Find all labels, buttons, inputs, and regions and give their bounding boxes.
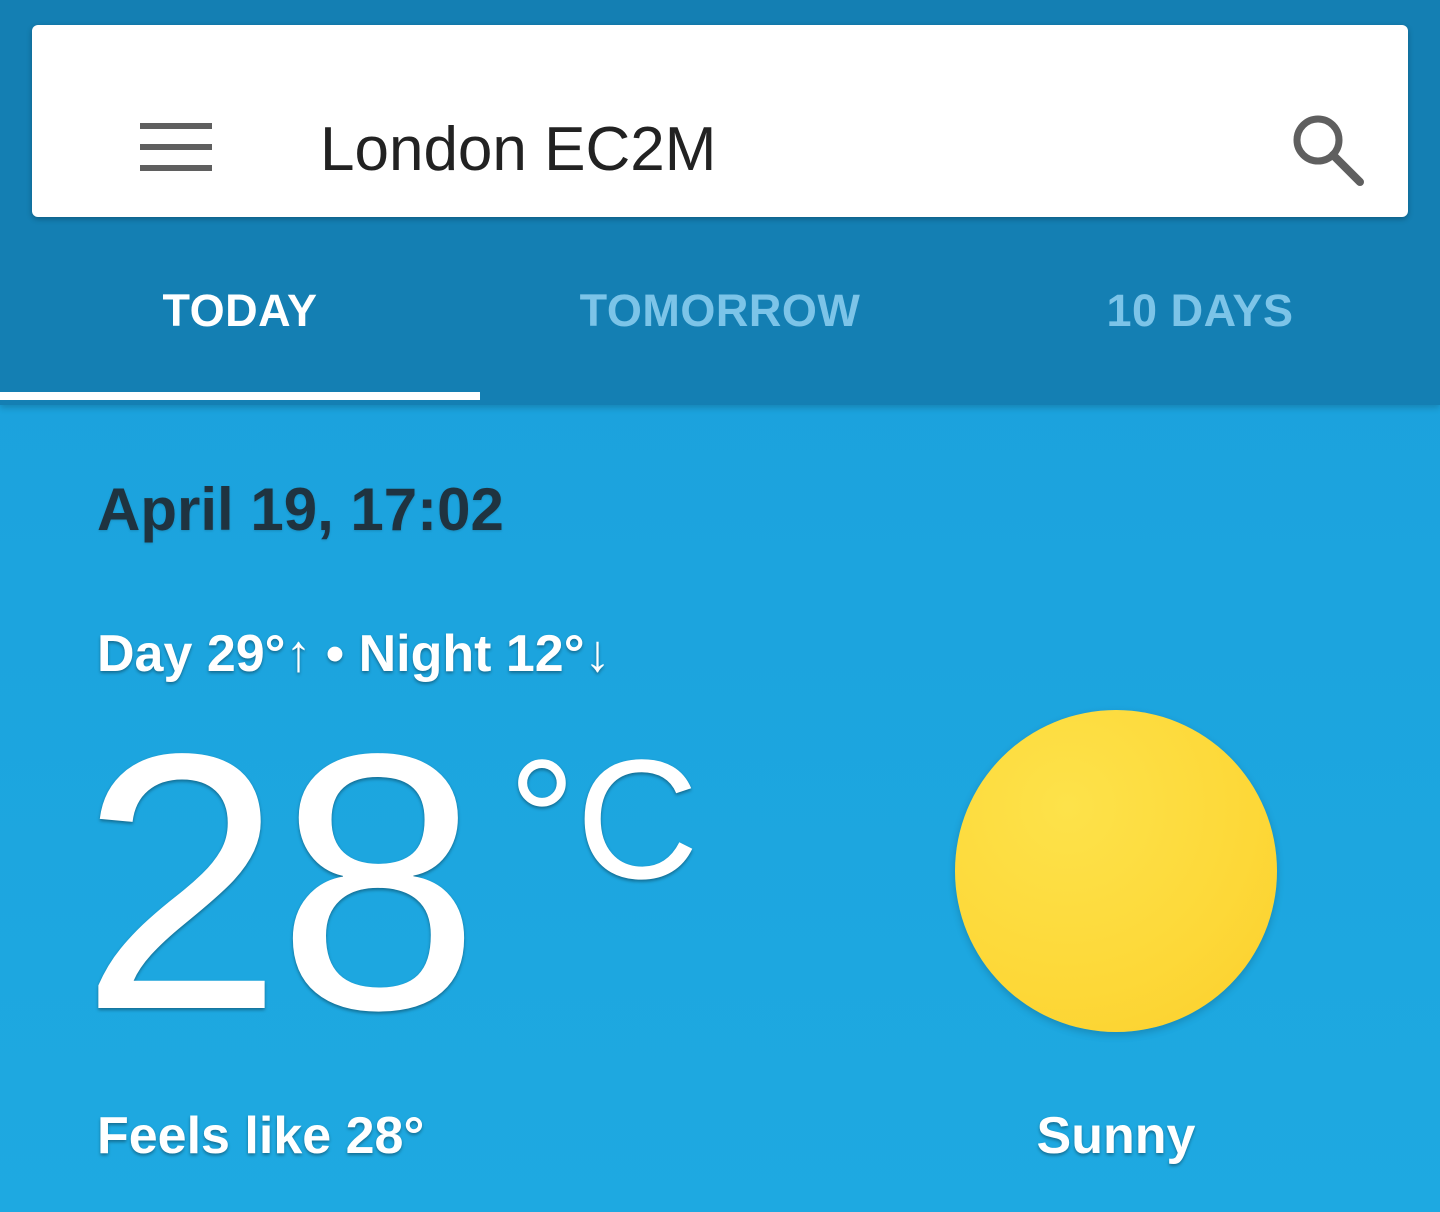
weather-condition: Sunny [1036, 1107, 1196, 1165]
temperature-unit: °C [508, 725, 699, 915]
weather-app: London EC2M TODAY TOMORROW 10 DAYS April… [0, 0, 1440, 1212]
search-bar[interactable]: London EC2M [32, 25, 1408, 217]
tab-today[interactable]: TODAY [0, 250, 480, 405]
current-temperature: 28 [80, 679, 480, 1086]
location-search-input[interactable]: London EC2M [320, 115, 716, 185]
feels-like: Feels like 28° [97, 1107, 425, 1165]
active-tab-indicator [0, 392, 480, 400]
forecast-tabs: TODAY TOMORROW 10 DAYS [0, 250, 1440, 405]
app-header: London EC2M TODAY TOMORROW 10 DAYS [0, 0, 1440, 405]
tab-10-days-label: 10 DAYS [1106, 285, 1294, 336]
tab-10-days[interactable]: 10 DAYS [960, 250, 1440, 405]
tab-tomorrow-label: TOMORROW [579, 285, 861, 336]
current-weather-panel: April 19, 17:02 Day 29°↑ • Night 12°↓ 28… [0, 405, 1440, 1212]
search-icon[interactable] [1288, 110, 1366, 188]
sun-icon [955, 710, 1277, 1032]
tab-today-label: TODAY [162, 285, 318, 336]
hamburger-menu-icon[interactable] [140, 123, 212, 171]
tab-tomorrow[interactable]: TOMORROW [480, 250, 960, 405]
day-night-temperatures: Day 29°↑ • Night 12°↓ [97, 625, 611, 683]
date-time: April 19, 17:02 [97, 476, 504, 543]
